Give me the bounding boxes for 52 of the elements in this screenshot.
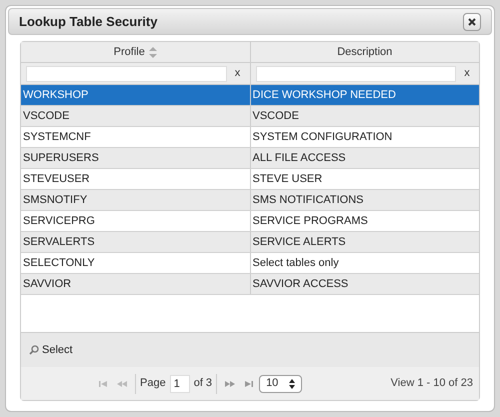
table-cell-text: SERVICE PROGRAMS bbox=[252, 214, 369, 229]
first-page-icon[interactable] bbox=[99, 380, 107, 386]
stepper-icon bbox=[289, 378, 296, 388]
next-page-icon[interactable] bbox=[225, 380, 236, 386]
filter-field[interactable] bbox=[256, 66, 456, 82]
dialog-title: Lookup Table Security bbox=[19, 12, 158, 31]
table-cell-text: DICE WORKSHOP NEEDED bbox=[252, 88, 397, 103]
table-row[interactable]: STEVEUSER STEVE USER bbox=[21, 169, 479, 190]
table-row[interactable]: SYSTEMCNF SYSTEM CONFIGURATION bbox=[21, 127, 479, 148]
sort-icon bbox=[148, 46, 157, 58]
close-icon bbox=[468, 18, 476, 26]
page-count: of 3 bbox=[194, 376, 212, 392]
records-summary: View 1 - 10 of 23 bbox=[390, 376, 473, 392]
table-cell: SAVVIOR bbox=[21, 274, 250, 294]
last-page-icon[interactable] bbox=[245, 380, 254, 386]
table-cell-text: VSCODE bbox=[252, 108, 300, 124]
table-cell: STEVEUSER bbox=[21, 169, 250, 189]
table-cell-text: Select tables only bbox=[252, 256, 340, 271]
table-row[interactable]: SERVICEPRG SERVICE PROGRAMS bbox=[21, 211, 479, 232]
page-size-select[interactable]: 10 bbox=[259, 374, 302, 392]
column-header[interactable]: Profile bbox=[21, 42, 250, 62]
select-button[interactable]: Select bbox=[29, 342, 73, 358]
page-label: Page bbox=[140, 376, 166, 392]
table-cell: SERVALERTS bbox=[21, 232, 250, 252]
table-cell: SELECTONLY bbox=[21, 253, 250, 273]
table-row[interactable]: SELECTONLY Select tables only bbox=[21, 253, 479, 274]
search-icon bbox=[29, 345, 39, 355]
table-cell: SERVICEPRG bbox=[21, 211, 250, 231]
clear-filter-button[interactable]: x bbox=[460, 65, 474, 82]
column-header[interactable]: Description bbox=[250, 42, 479, 62]
table-cell: SYSTEMCNF bbox=[21, 127, 250, 147]
table-cell: WORKSHOP bbox=[21, 85, 250, 105]
table-row[interactable]: SAVVIOR SAVVIOR ACCESS bbox=[21, 274, 479, 295]
close-button[interactable] bbox=[463, 12, 481, 30]
table-cell-text: ALL FILE ACCESS bbox=[252, 150, 347, 166]
table-cell-text: SMS NOTIFICATIONS bbox=[252, 192, 365, 208]
filter-field[interactable] bbox=[26, 66, 226, 82]
table-cell-text: SERVICE ALERTS bbox=[252, 234, 347, 250]
previous-page-icon[interactable] bbox=[117, 380, 127, 386]
table-cell: SMSNOTIFY bbox=[21, 190, 250, 210]
table-cell-text: STEVE USER bbox=[252, 172, 324, 187]
table-cell-text: SAVVIOR ACCESS bbox=[252, 276, 350, 292]
table-cell: VSCODE bbox=[21, 106, 250, 126]
clear-filter-button[interactable]: x bbox=[230, 65, 244, 82]
table-row[interactable]: SMSNOTIFY SMS NOTIFICATIONS bbox=[21, 190, 479, 211]
table-cell-text: SYSTEM CONFIGURATION bbox=[252, 130, 394, 145]
table-row[interactable]: SERVALERTS SERVICE ALERTS bbox=[21, 232, 479, 253]
page-field[interactable]: 1 bbox=[170, 374, 190, 392]
table-row[interactable]: WORKSHOP DICE WORKSHOP NEEDED bbox=[21, 85, 479, 106]
table-cell: SUPERUSERS bbox=[21, 148, 250, 168]
table-row[interactable]: VSCODE VSCODE bbox=[21, 106, 479, 127]
table-row[interactable]: SUPERUSERS ALL FILE ACCESS bbox=[21, 148, 479, 169]
